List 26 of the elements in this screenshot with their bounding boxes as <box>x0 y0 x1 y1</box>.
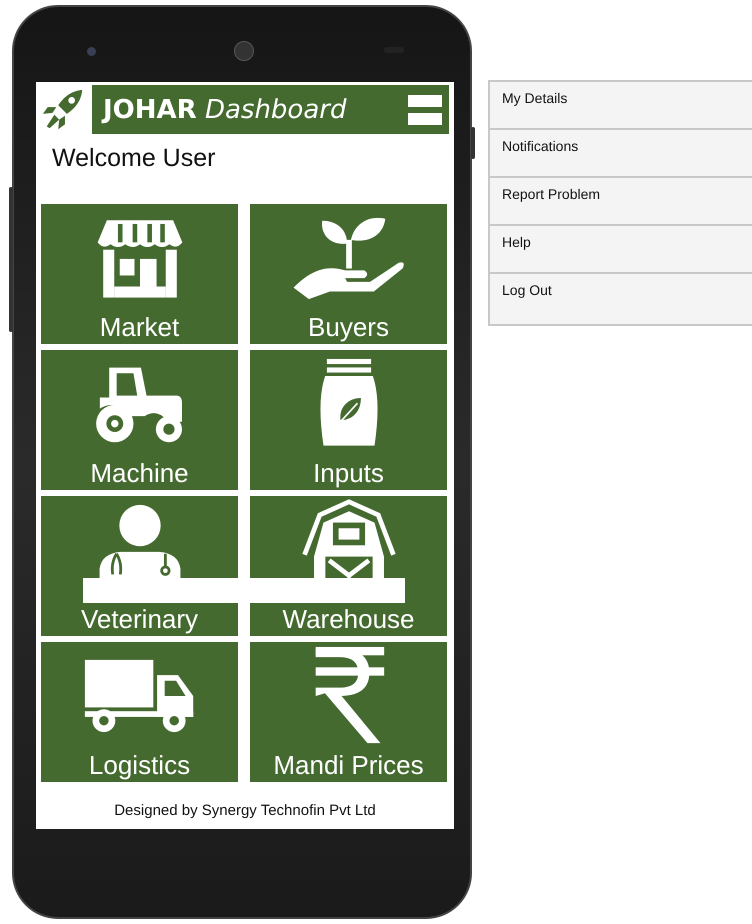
dashboard-tile[interactable]: Buyers <box>250 204 447 344</box>
tile-label: Machine <box>90 458 189 488</box>
dashboard-tile[interactable]: Inputs <box>250 350 447 490</box>
tile-label: Mandi Prices <box>273 750 424 780</box>
tile-label: Market <box>100 312 180 342</box>
menu-item[interactable]: Log Out <box>490 274 752 324</box>
app-title: JOHAR Dashboard <box>103 94 346 124</box>
tile-label: Inputs <box>313 458 384 488</box>
welcome-text: Welcome User <box>52 144 216 173</box>
menu-item[interactable]: Help <box>490 226 752 274</box>
speaker-icon <box>234 41 254 61</box>
dashboard-tile[interactable]: Market <box>41 204 238 344</box>
footer-text: Designed by Synergy Technofin Pvt Ltd <box>113 802 377 819</box>
menu-item[interactable]: Notifications <box>490 130 752 178</box>
dashboard-tile[interactable]: Mandi Prices <box>250 642 447 782</box>
dashboard-tile[interactable]: Machine <box>41 350 238 490</box>
hand-plant-icon <box>290 215 406 301</box>
menu-item[interactable]: Report Problem <box>490 178 752 226</box>
menu-item[interactable]: My Details <box>490 82 752 130</box>
tile-label: Logistics <box>88 750 190 780</box>
camera-icon <box>87 47 96 56</box>
tile-label: Buyers <box>308 312 389 342</box>
dashboard-tile[interactable]: Logistics <box>41 642 238 782</box>
tile-label: Warehouse <box>282 604 414 634</box>
tile-label: Veterinary <box>80 604 198 634</box>
menu-icon[interactable] <box>408 94 442 124</box>
